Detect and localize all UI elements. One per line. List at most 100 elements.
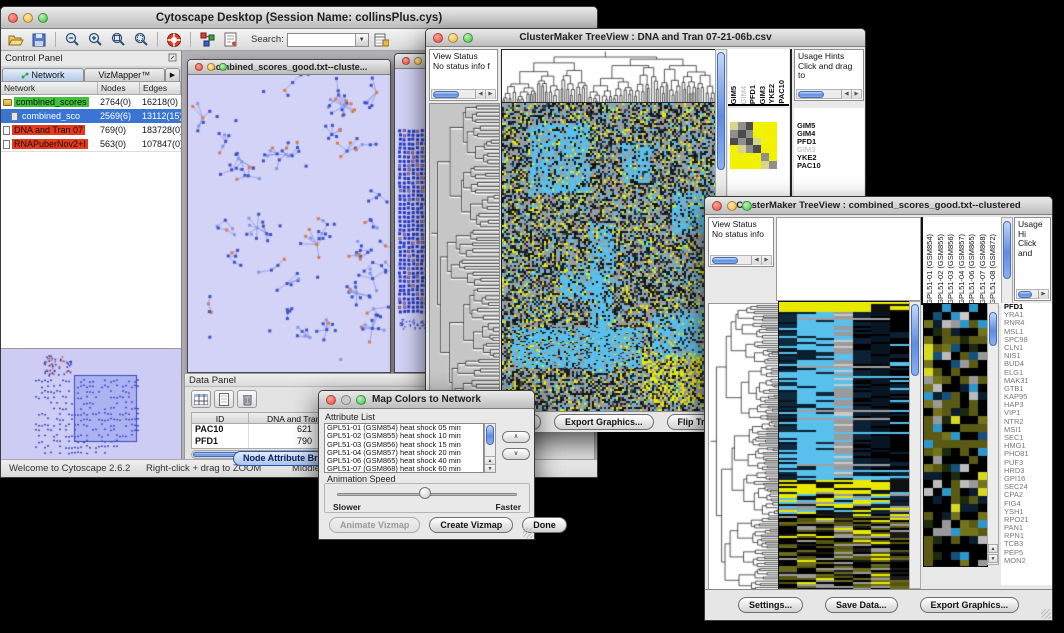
- trash-icon[interactable]: [237, 390, 257, 408]
- network-view-title-bar[interactable]: combined_scores_good.txt--cluste...: [188, 60, 390, 75]
- close-button[interactable]: [433, 33, 443, 43]
- matrix-cell[interactable]: [769, 145, 777, 153]
- minimize-button[interactable]: [23, 13, 33, 23]
- annotation-icon[interactable]: [220, 31, 240, 49]
- tab-vizmapper[interactable]: VizMapper™: [84, 68, 166, 81]
- matrix-cell[interactable]: [746, 161, 754, 169]
- network-canvas[interactable]: [188, 75, 390, 372]
- open-file-icon[interactable]: [6, 31, 26, 49]
- zoom-button[interactable]: [38, 13, 48, 23]
- global-heatmap-scrollbar[interactable]: [909, 301, 921, 589]
- array-label[interactable]: GPL51-02 (GSM855): [937, 234, 946, 305]
- close-button[interactable]: [712, 201, 722, 211]
- global-heatmap-combined[interactable]: [778, 301, 910, 591]
- scroll-down-icon[interactable]: ▼: [988, 554, 998, 563]
- minimize-button[interactable]: [414, 57, 422, 65]
- attribute-item[interactable]: GPL51-07 (GSM868) heat shock 60 min: [327, 465, 483, 473]
- data-column-id[interactable]: ID: [192, 413, 249, 423]
- matrix-cell[interactable]: [761, 145, 769, 153]
- matrix-cell[interactable]: [730, 138, 738, 146]
- matrix-cell[interactable]: [746, 122, 754, 130]
- scroll-left-icon[interactable]: ◀: [475, 90, 485, 99]
- zoom-out-icon[interactable]: [62, 31, 82, 49]
- new-attribute-icon[interactable]: [214, 390, 234, 408]
- network-list-row[interactable]: DNA and Tran 07 769(0) 183728(0): [1, 123, 181, 137]
- more-tabs-button[interactable]: ▶: [165, 68, 180, 81]
- gene-dendrogram-dna[interactable]: [429, 103, 500, 413]
- zoom-button[interactable]: [742, 201, 752, 211]
- search-input[interactable]: ▼: [287, 33, 369, 47]
- minimize-button[interactable]: [727, 201, 737, 211]
- birdseye-canvas[interactable]: [1, 349, 180, 459]
- matrix-cell[interactable]: [730, 145, 738, 153]
- scroll-up-icon[interactable]: ▲: [485, 456, 495, 464]
- array-label[interactable]: GPL51-07 (GSM868): [979, 234, 988, 305]
- matrix-cell[interactable]: [769, 130, 777, 138]
- dialog-button[interactable]: Create Vizmap: [429, 517, 513, 533]
- matrix-cell[interactable]: [761, 122, 769, 130]
- treeview-combined-title-bar[interactable]: ClusterMaker TreeView : combined_scores_…: [705, 197, 1052, 215]
- array-labels-scrollbar[interactable]: [1001, 217, 1013, 305]
- search-dropdown-icon[interactable]: ▼: [355, 34, 368, 46]
- scroll-down-icon[interactable]: ▼: [485, 464, 495, 472]
- array-label[interactable]: PAC10: [778, 80, 787, 104]
- zoom-heatmap-scrollbar[interactable]: ▲ ▼: [987, 303, 999, 565]
- matrix-cell[interactable]: [730, 153, 738, 161]
- close-button[interactable]: [402, 57, 410, 65]
- matrix-cell[interactable]: [769, 122, 777, 130]
- zoom-button[interactable]: [219, 63, 227, 71]
- global-heatmap-dna[interactable]: [501, 102, 716, 413]
- zoom-fit-icon[interactable]: [108, 31, 128, 49]
- array-dendrogram-area[interactable]: [776, 217, 921, 301]
- zoom-heatmap-combined[interactable]: [923, 303, 988, 567]
- matrix-cell[interactable]: [730, 130, 738, 138]
- matrix-cell[interactable]: [753, 130, 761, 138]
- gene-dendrogram-combined[interactable]: [708, 303, 780, 591]
- column-header-network[interactable]: Network: [1, 82, 98, 94]
- network-list-row[interactable]: RNAPuberNov2+I 563(0) 107847(0): [1, 137, 181, 151]
- attribute-list-scrollbar[interactable]: ▲ ▼: [484, 423, 496, 473]
- matrix-cell[interactable]: [761, 161, 769, 169]
- array-label[interactable]: PFD1: [749, 85, 758, 104]
- similarity-matrix-heatmap[interactable]: [730, 122, 777, 169]
- matrix-cell[interactable]: [753, 138, 761, 146]
- array-label[interactable]: GIM5: [730, 86, 739, 104]
- matrix-cell[interactable]: [753, 145, 761, 153]
- zoom-button[interactable]: [463, 33, 473, 43]
- matrix-cell[interactable]: [738, 145, 746, 153]
- treeview-button[interactable]: Settings...: [738, 597, 803, 613]
- matrix-cell[interactable]: [753, 122, 761, 130]
- matrix-cell[interactable]: [738, 130, 746, 138]
- matrix-cell[interactable]: [738, 161, 746, 169]
- column-header-edges[interactable]: Edges: [140, 82, 181, 94]
- matrix-cell[interactable]: [730, 161, 738, 169]
- scroll-left-icon[interactable]: ◀: [751, 256, 761, 265]
- network-list-row[interactable]: combined_scores 2764(0) 16218(0): [1, 95, 181, 109]
- save-icon[interactable]: [29, 31, 49, 49]
- close-button[interactable]: [8, 13, 18, 23]
- move-down-button[interactable]: ∨: [502, 448, 530, 460]
- matrix-cell[interactable]: [753, 153, 761, 161]
- scroll-left-icon[interactable]: ◀: [841, 90, 851, 99]
- main-title-bar[interactable]: Cytoscape Desktop (Session Name: collins…: [1, 7, 597, 29]
- resize-grip[interactable]: [523, 528, 533, 538]
- matrix-cell[interactable]: [761, 138, 769, 146]
- matrix-cell[interactable]: [769, 153, 777, 161]
- column-header-nodes[interactable]: Nodes: [98, 82, 140, 94]
- dialog-title-bar[interactable]: Map Colors to Network: [319, 391, 534, 409]
- matrix-cell[interactable]: [746, 130, 754, 138]
- close-button[interactable]: [326, 395, 336, 405]
- move-up-button[interactable]: ∧: [502, 431, 530, 443]
- treeview-button[interactable]: Export Graphics...: [920, 597, 1020, 613]
- network-list-row[interactable]: combined_sco 2569(6) 13112(15): [1, 109, 181, 123]
- matrix-cell[interactable]: [730, 122, 738, 130]
- matrix-cell[interactable]: [761, 130, 769, 138]
- view-status-scrollbar[interactable]: ◀▶: [710, 255, 772, 265]
- matrix-cell[interactable]: [738, 138, 746, 146]
- birdseye-view-panel[interactable]: [1, 349, 181, 459]
- attribute-table-icon[interactable]: [191, 390, 211, 408]
- array-label[interactable]: GIM3: [759, 86, 768, 104]
- minimize-button[interactable]: [448, 33, 458, 43]
- speed-slider-thumb[interactable]: [419, 487, 431, 499]
- array-label[interactable]: GPL51-01 (GSM854): [926, 234, 935, 305]
